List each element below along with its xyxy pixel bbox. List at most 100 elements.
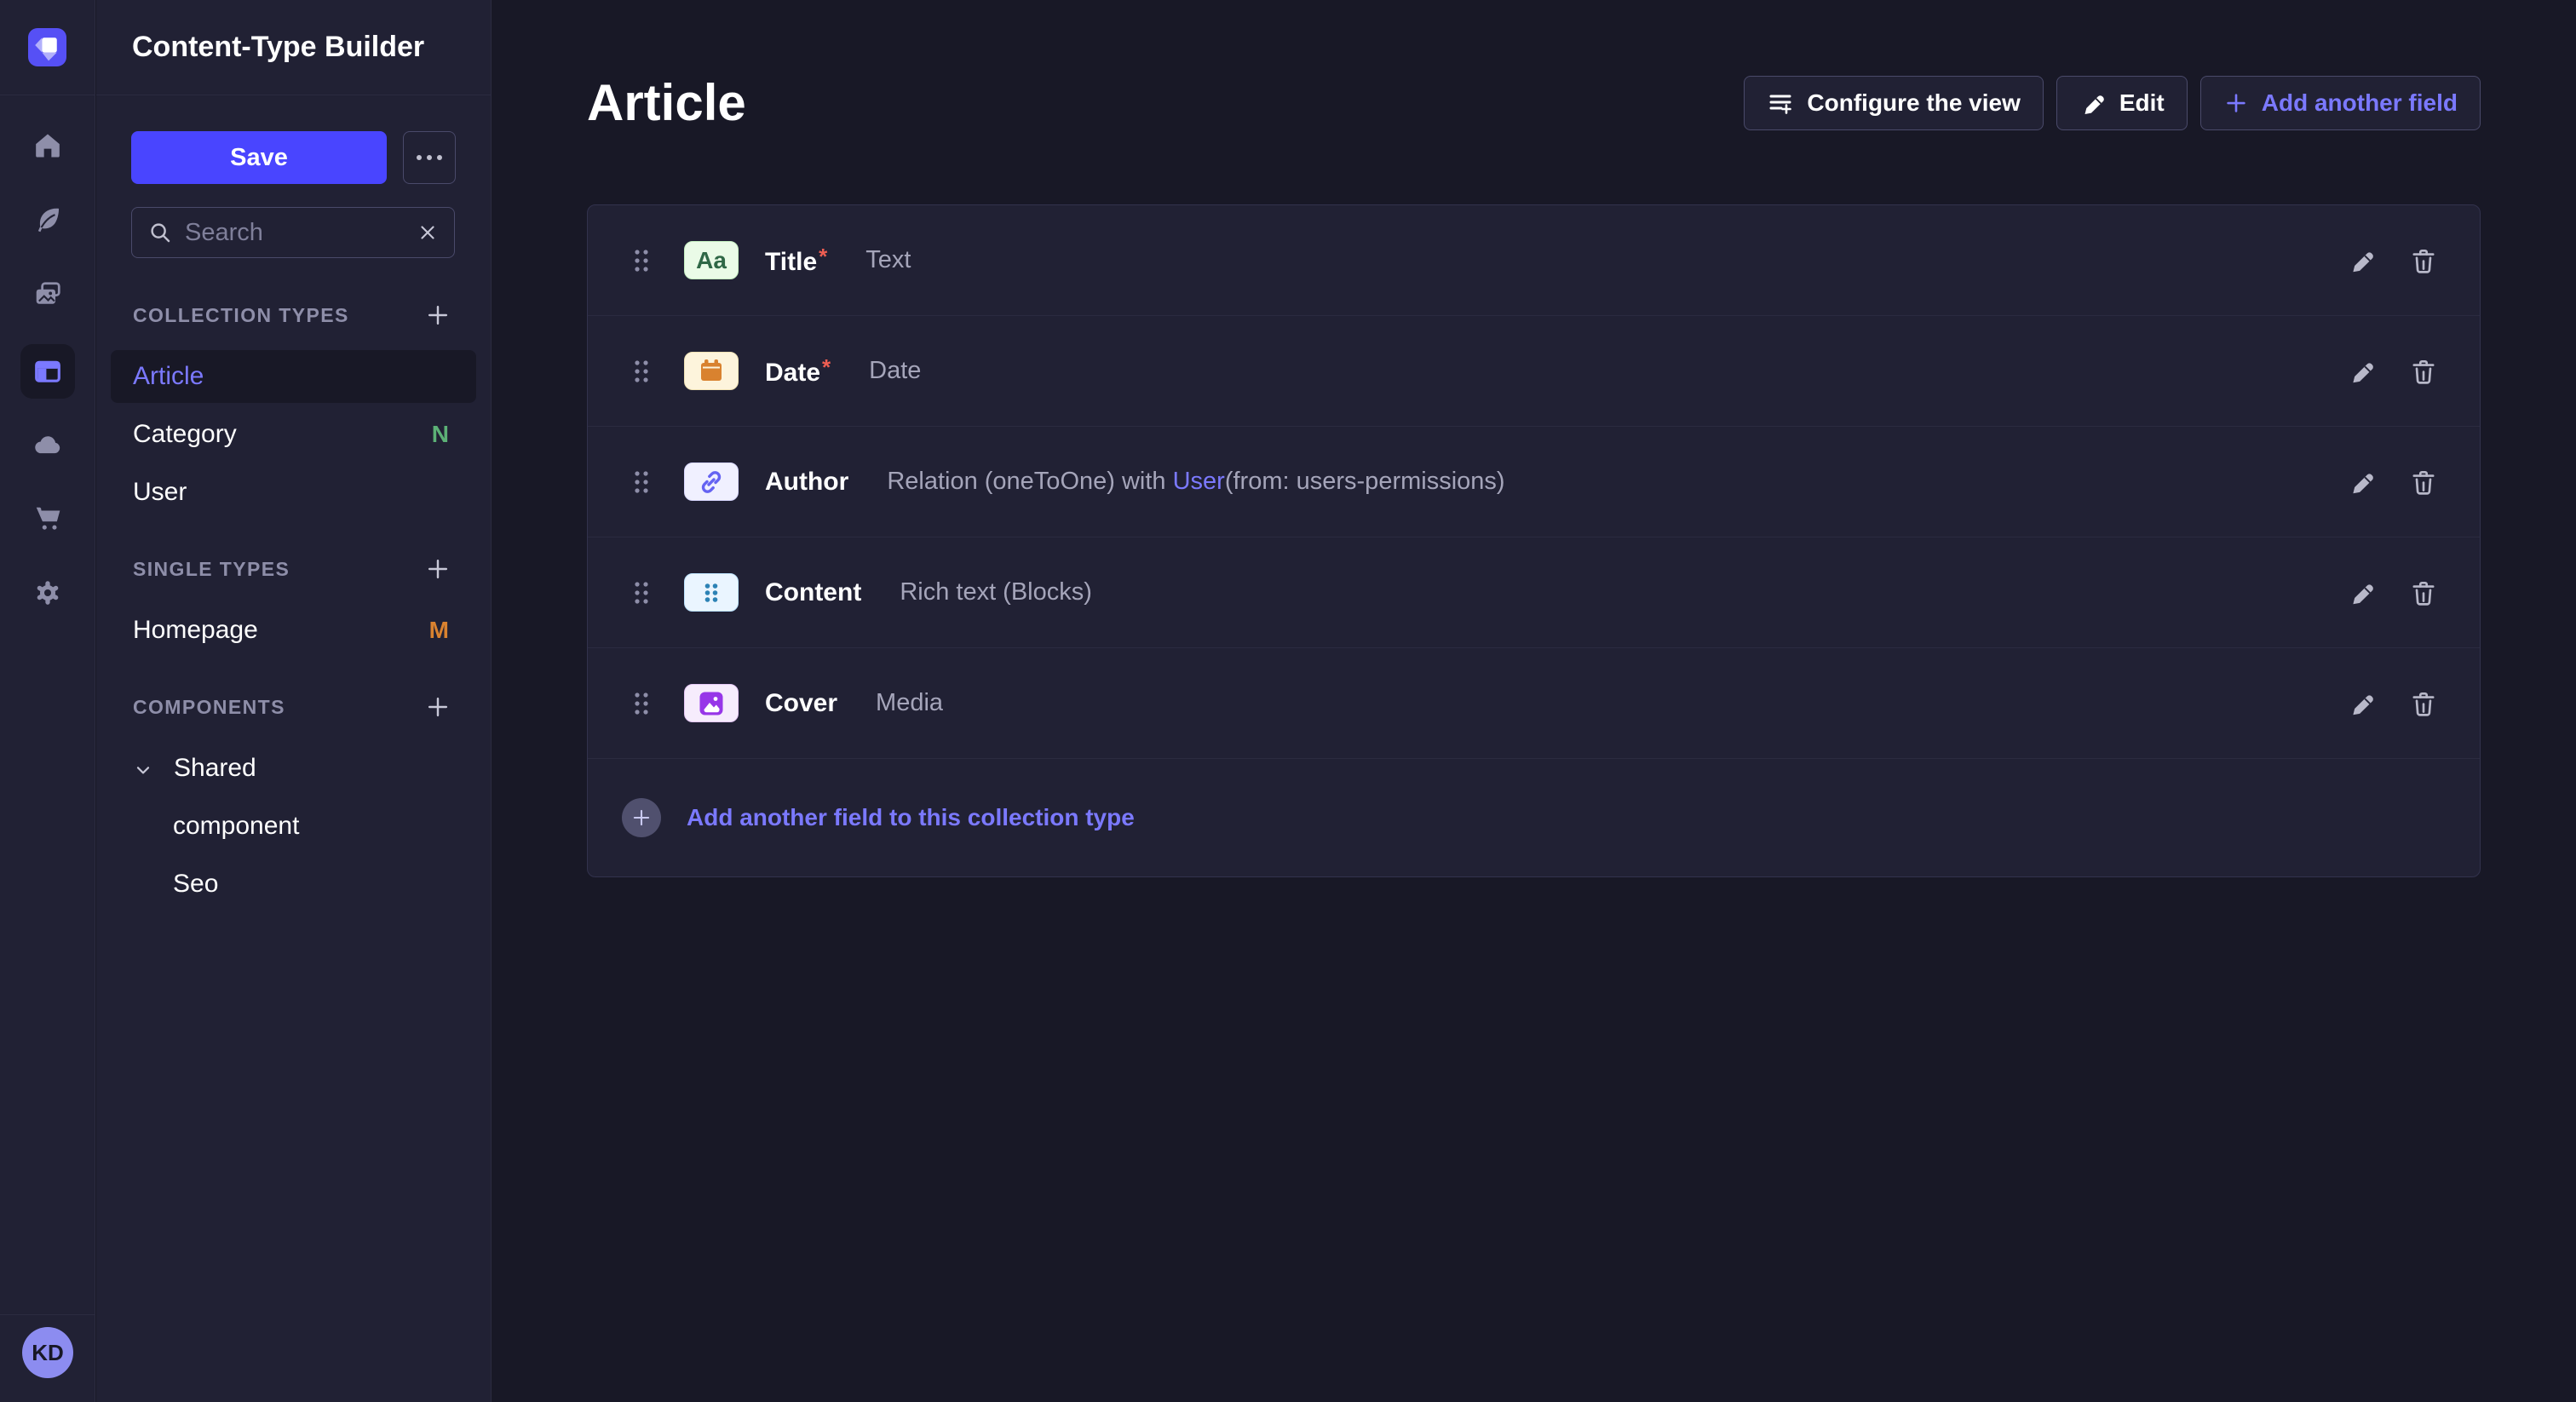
relation-target-link[interactable]: User bbox=[1173, 468, 1225, 495]
status-badge: M bbox=[429, 617, 449, 644]
sidebar-item-label: User bbox=[133, 478, 187, 507]
field-kind-icon-box bbox=[684, 684, 739, 722]
edit-field-icon[interactable] bbox=[2348, 357, 2377, 386]
field-kind-icon-box bbox=[684, 352, 739, 390]
edit-field-icon[interactable] bbox=[2348, 246, 2377, 275]
ellipsis-icon bbox=[437, 155, 442, 160]
configure-view-button[interactable]: Configure the view bbox=[1744, 76, 2043, 130]
required-asterisk: * bbox=[822, 354, 831, 380]
edit-field-icon[interactable] bbox=[2348, 689, 2377, 718]
sidebar-section: COLLECTION TYPES Article CategoryN User bbox=[96, 302, 491, 519]
date-field-icon bbox=[697, 356, 726, 387]
field-name: Content bbox=[765, 578, 861, 607]
edit-button[interactable]: Edit bbox=[2056, 76, 2188, 130]
sidebar-item-shared[interactable]: Shared bbox=[111, 742, 476, 795]
clear-search-icon[interactable] bbox=[417, 221, 439, 244]
add-type-plus-icon[interactable] bbox=[425, 302, 451, 328]
save-button[interactable]: Save bbox=[131, 131, 387, 184]
field-name: Cover bbox=[765, 689, 837, 718]
chevron-down-icon[interactable] bbox=[133, 758, 153, 779]
field-row-title: Aa Title* Text bbox=[588, 205, 2480, 316]
sidebar-item-user[interactable]: User bbox=[111, 466, 476, 519]
sidebar-item-seo[interactable]: Seo bbox=[111, 858, 476, 911]
search-input[interactable] bbox=[185, 219, 405, 247]
delete-field-icon[interactable] bbox=[2409, 246, 2438, 275]
search-field[interactable] bbox=[131, 207, 455, 258]
drag-handle-icon[interactable] bbox=[630, 578, 653, 607]
user-avatar[interactable]: KD bbox=[22, 1327, 73, 1378]
delete-field-icon[interactable] bbox=[2409, 578, 2438, 607]
add-another-field-button[interactable]: Add another field bbox=[2200, 76, 2481, 130]
secondary-sidebar: Content-Type Builder Save COLLECTION TYP… bbox=[96, 0, 492, 1402]
delete-field-icon[interactable] bbox=[2409, 468, 2438, 497]
field-type: Text bbox=[865, 246, 911, 274]
plus-icon bbox=[2223, 90, 2249, 116]
field-kind-icon-box: Aa bbox=[684, 241, 739, 279]
add-type-plus-icon[interactable] bbox=[425, 694, 451, 720]
sidebar-item-category[interactable]: CategoryN bbox=[111, 408, 476, 461]
sidebar-item-article[interactable]: Article bbox=[111, 350, 476, 403]
field-row-date: Date* Date bbox=[588, 316, 2480, 427]
plus-circle-icon bbox=[622, 798, 661, 837]
more-options-button[interactable] bbox=[403, 131, 456, 184]
sidebar-title: Content-Type Builder bbox=[132, 31, 424, 64]
field-row-author: Author Relation (oneToOne) with User(from… bbox=[588, 427, 2480, 537]
sidebar-item-label: component bbox=[173, 812, 299, 841]
field-type: Relation (oneToOne) with User(from: user… bbox=[887, 468, 1504, 496]
pencil-icon bbox=[2079, 89, 2107, 117]
sidebar-item-label: Article bbox=[133, 362, 204, 391]
add-field-row[interactable]: Add another field to this collection typ… bbox=[588, 759, 2480, 876]
add-field-row-label: Add another field to this collection typ… bbox=[687, 804, 1135, 831]
text-field-icon: Aa bbox=[696, 247, 727, 274]
marketplace-cart-icon[interactable] bbox=[33, 503, 62, 532]
sidebar-item-label: Homepage bbox=[133, 616, 258, 645]
fields-table: Aa Title* Text Date* Date Author Relation (one… bbox=[587, 204, 2481, 877]
sidebar-header: Content-Type Builder bbox=[96, 0, 491, 95]
sidebar-item-label: Shared bbox=[174, 754, 256, 783]
blocks-field-icon bbox=[697, 577, 726, 608]
drag-handle-icon[interactable] bbox=[630, 468, 653, 497]
cloud-deploy-icon[interactable] bbox=[33, 429, 62, 458]
configure-layout-icon bbox=[1767, 89, 1794, 117]
ellipsis-icon bbox=[427, 155, 432, 160]
add-type-plus-icon[interactable] bbox=[425, 556, 451, 582]
field-name: Date* bbox=[765, 354, 831, 388]
content-type-builder-icon[interactable] bbox=[20, 344, 75, 399]
field-row-content: Content Rich text (Blocks) bbox=[588, 537, 2480, 648]
ellipsis-icon bbox=[417, 155, 422, 160]
sidebar-item-homepage[interactable]: Homepage M bbox=[111, 604, 476, 657]
feather-content-icon[interactable] bbox=[33, 205, 62, 234]
field-name: Title* bbox=[765, 244, 827, 277]
delete-field-icon[interactable] bbox=[2409, 689, 2438, 718]
primary-navigation: KD bbox=[0, 0, 95, 1402]
field-name: Author bbox=[765, 468, 848, 497]
home-icon[interactable] bbox=[33, 130, 62, 159]
field-kind-icon-box bbox=[684, 463, 739, 501]
field-type: Date bbox=[869, 357, 921, 385]
field-kind-icon-box bbox=[684, 573, 739, 612]
field-type: Rich text (Blocks) bbox=[900, 578, 1092, 606]
field-row-cover: Cover Media bbox=[588, 648, 2480, 759]
sidebar-item-label: Category bbox=[133, 420, 237, 449]
required-asterisk: * bbox=[819, 244, 827, 269]
edit-field-icon[interactable] bbox=[2348, 578, 2377, 607]
edit-field-icon[interactable] bbox=[2348, 468, 2377, 497]
settings-gear-icon[interactable] bbox=[33, 578, 62, 607]
drag-handle-icon[interactable] bbox=[630, 246, 653, 275]
search-icon bbox=[147, 220, 173, 245]
drag-handle-icon[interactable] bbox=[630, 689, 653, 718]
media-library-icon[interactable] bbox=[33, 279, 62, 308]
delete-field-icon[interactable] bbox=[2409, 357, 2438, 386]
relation-field-icon bbox=[696, 467, 727, 497]
strapi-logo[interactable] bbox=[28, 28, 66, 66]
sidebar-sections: COLLECTION TYPESArticleCategoryNUserSING… bbox=[96, 302, 491, 911]
sidebar-item-component[interactable]: component bbox=[111, 800, 476, 853]
page-title: Article bbox=[587, 72, 746, 135]
section-label: COLLECTION TYPES bbox=[133, 304, 349, 327]
section-label: COMPONENTS bbox=[133, 696, 285, 719]
field-type: Media bbox=[876, 689, 943, 717]
media-field-icon bbox=[696, 688, 727, 719]
drag-handle-icon[interactable] bbox=[630, 357, 653, 386]
sidebar-section: COMPONENTS Shared component Seo bbox=[96, 694, 491, 911]
sidebar-item-label: Seo bbox=[173, 870, 218, 899]
